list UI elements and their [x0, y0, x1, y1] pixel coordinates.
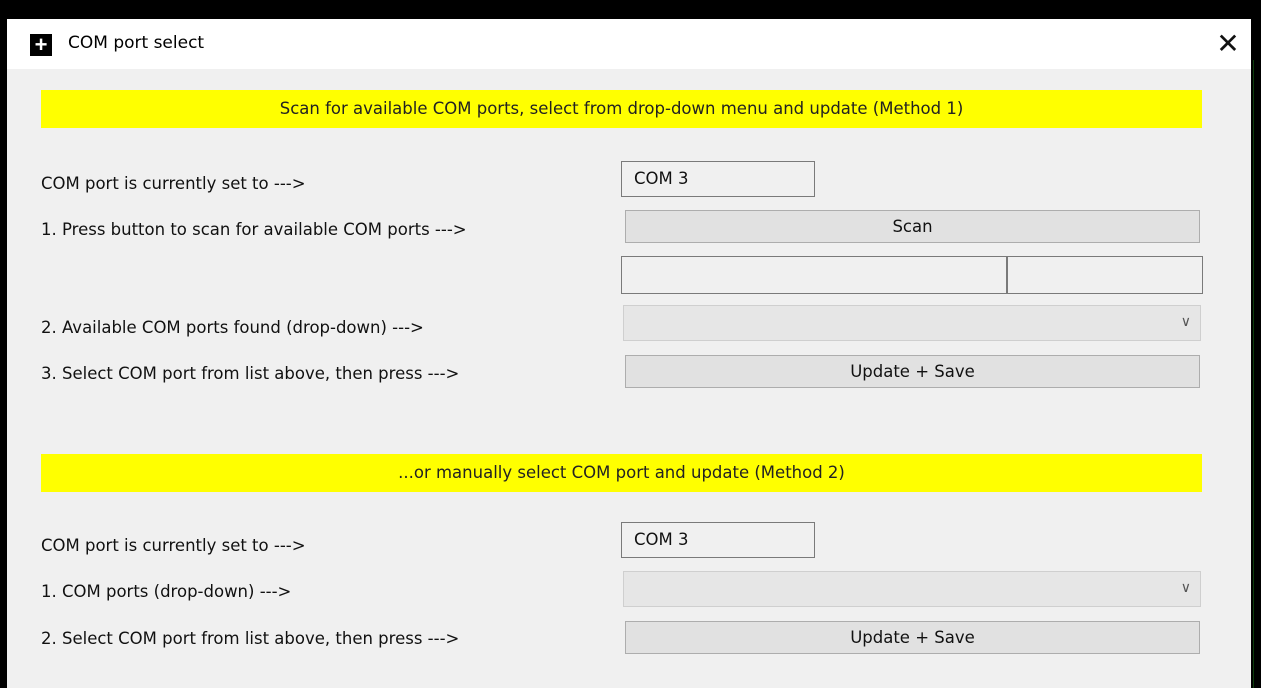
com-port-select-dialog: + COM port select ✕ Scan for available C… [7, 19, 1251, 688]
method2-banner: ...or manually select COM port and updat… [41, 454, 1202, 492]
title-bar: + COM port select ✕ [7, 19, 1251, 69]
method1-current-value: COM 3 [621, 161, 815, 197]
scan-progress-segment [622, 257, 1008, 293]
scan-label: 1. Press button to scan for available CO… [41, 220, 467, 239]
chevron-down-icon: ∨ [1180, 580, 1191, 596]
available-ports-label: 2. Available COM ports found (drop-down)… [41, 318, 424, 337]
com-ports-label: 1. COM ports (drop-down) ---> [41, 582, 292, 601]
method2-current-value: COM 3 [621, 522, 815, 558]
method1-banner: Scan for available COM ports, select fro… [41, 90, 1202, 128]
method1-update-label: 3. Select COM port from list above, then… [41, 364, 460, 383]
window-title: COM port select [68, 33, 205, 53]
chevron-down-icon: ∨ [1180, 314, 1191, 330]
background-app-edge [1251, 60, 1261, 688]
close-icon[interactable]: ✕ [1205, 19, 1251, 69]
method2-current-label: COM port is currently set to ---> [41, 536, 306, 555]
scan-button[interactable]: Scan [625, 210, 1200, 243]
available-ports-dropdown[interactable]: ∨ [623, 305, 1201, 341]
method2-update-label: 2. Select COM port from list above, then… [41, 629, 460, 648]
plus-icon: + [30, 34, 52, 56]
com-ports-dropdown[interactable]: ∨ [623, 571, 1201, 607]
scan-progress-bar [621, 256, 1203, 294]
method1-update-save-button[interactable]: Update + Save [625, 355, 1200, 388]
method1-current-label: COM port is currently set to ---> [41, 174, 306, 193]
method2-update-save-button[interactable]: Update + Save [625, 621, 1200, 654]
